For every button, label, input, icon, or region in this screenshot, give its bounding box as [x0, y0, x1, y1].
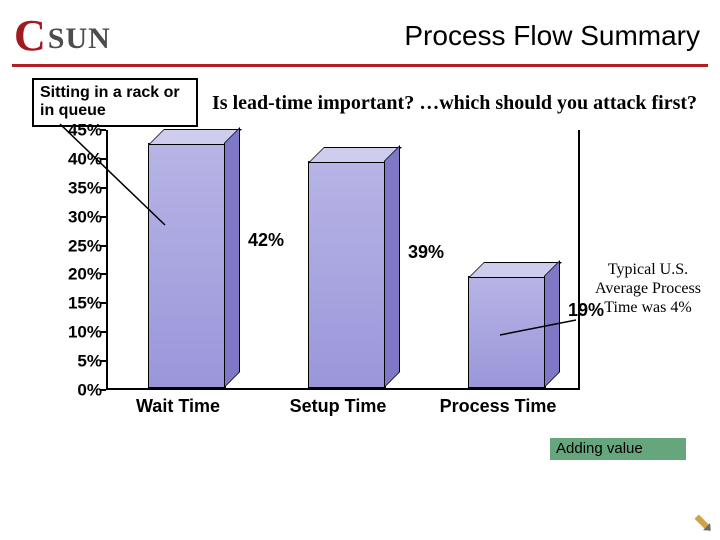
- logo-c: C: [14, 14, 46, 58]
- y-tick-45: 45%: [68, 122, 102, 139]
- pencil-icon: [690, 510, 715, 535]
- y-tick-15: 15%: [68, 295, 102, 312]
- logo-sun: SUN: [48, 24, 111, 58]
- x-label-setup-time: Setup Time: [258, 396, 418, 417]
- y-tick-5: 5%: [77, 353, 102, 370]
- bar-label-process-time: 19%: [568, 300, 604, 321]
- bar-label-wait-time: 42%: [248, 230, 284, 251]
- callout-adding-value: Adding value: [550, 438, 686, 460]
- bar-label-setup-time: 39%: [408, 242, 444, 263]
- y-tick-35: 35%: [68, 179, 102, 196]
- y-tick-10: 10%: [68, 324, 102, 341]
- logo-csun: C SUN: [14, 18, 154, 58]
- slide: C SUN Process Flow Summary Sitting in a …: [0, 0, 720, 540]
- header-rule: [12, 64, 708, 67]
- callout-wait-queue: Sitting in a rack or in queue: [32, 78, 198, 127]
- lead-time-question: Is lead-time important? …which should yo…: [212, 92, 700, 115]
- side-note-process-time: Typical U.S. Average Process Time was 4%: [588, 260, 708, 318]
- y-tick-30: 30%: [68, 208, 102, 225]
- y-ticks: 0% 5% 10% 15% 20% 25% 30% 35% 40% 45%: [60, 130, 106, 390]
- bar-chart: 0% 5% 10% 15% 20% 25% 30% 35% 40% 45%: [60, 130, 580, 420]
- y-tick-40: 40%: [68, 150, 102, 167]
- y-tick-25: 25%: [68, 237, 102, 254]
- x-label-process-time: Process Time: [418, 396, 578, 417]
- y-axis-right: [578, 130, 580, 390]
- page-title: Process Flow Summary: [404, 20, 700, 52]
- y-tick-20: 20%: [68, 266, 102, 283]
- plot-area: 42% 39% 19%: [108, 130, 578, 388]
- x-label-wait-time: Wait Time: [98, 396, 258, 417]
- x-labels: Wait Time Setup Time Process Time: [108, 390, 578, 420]
